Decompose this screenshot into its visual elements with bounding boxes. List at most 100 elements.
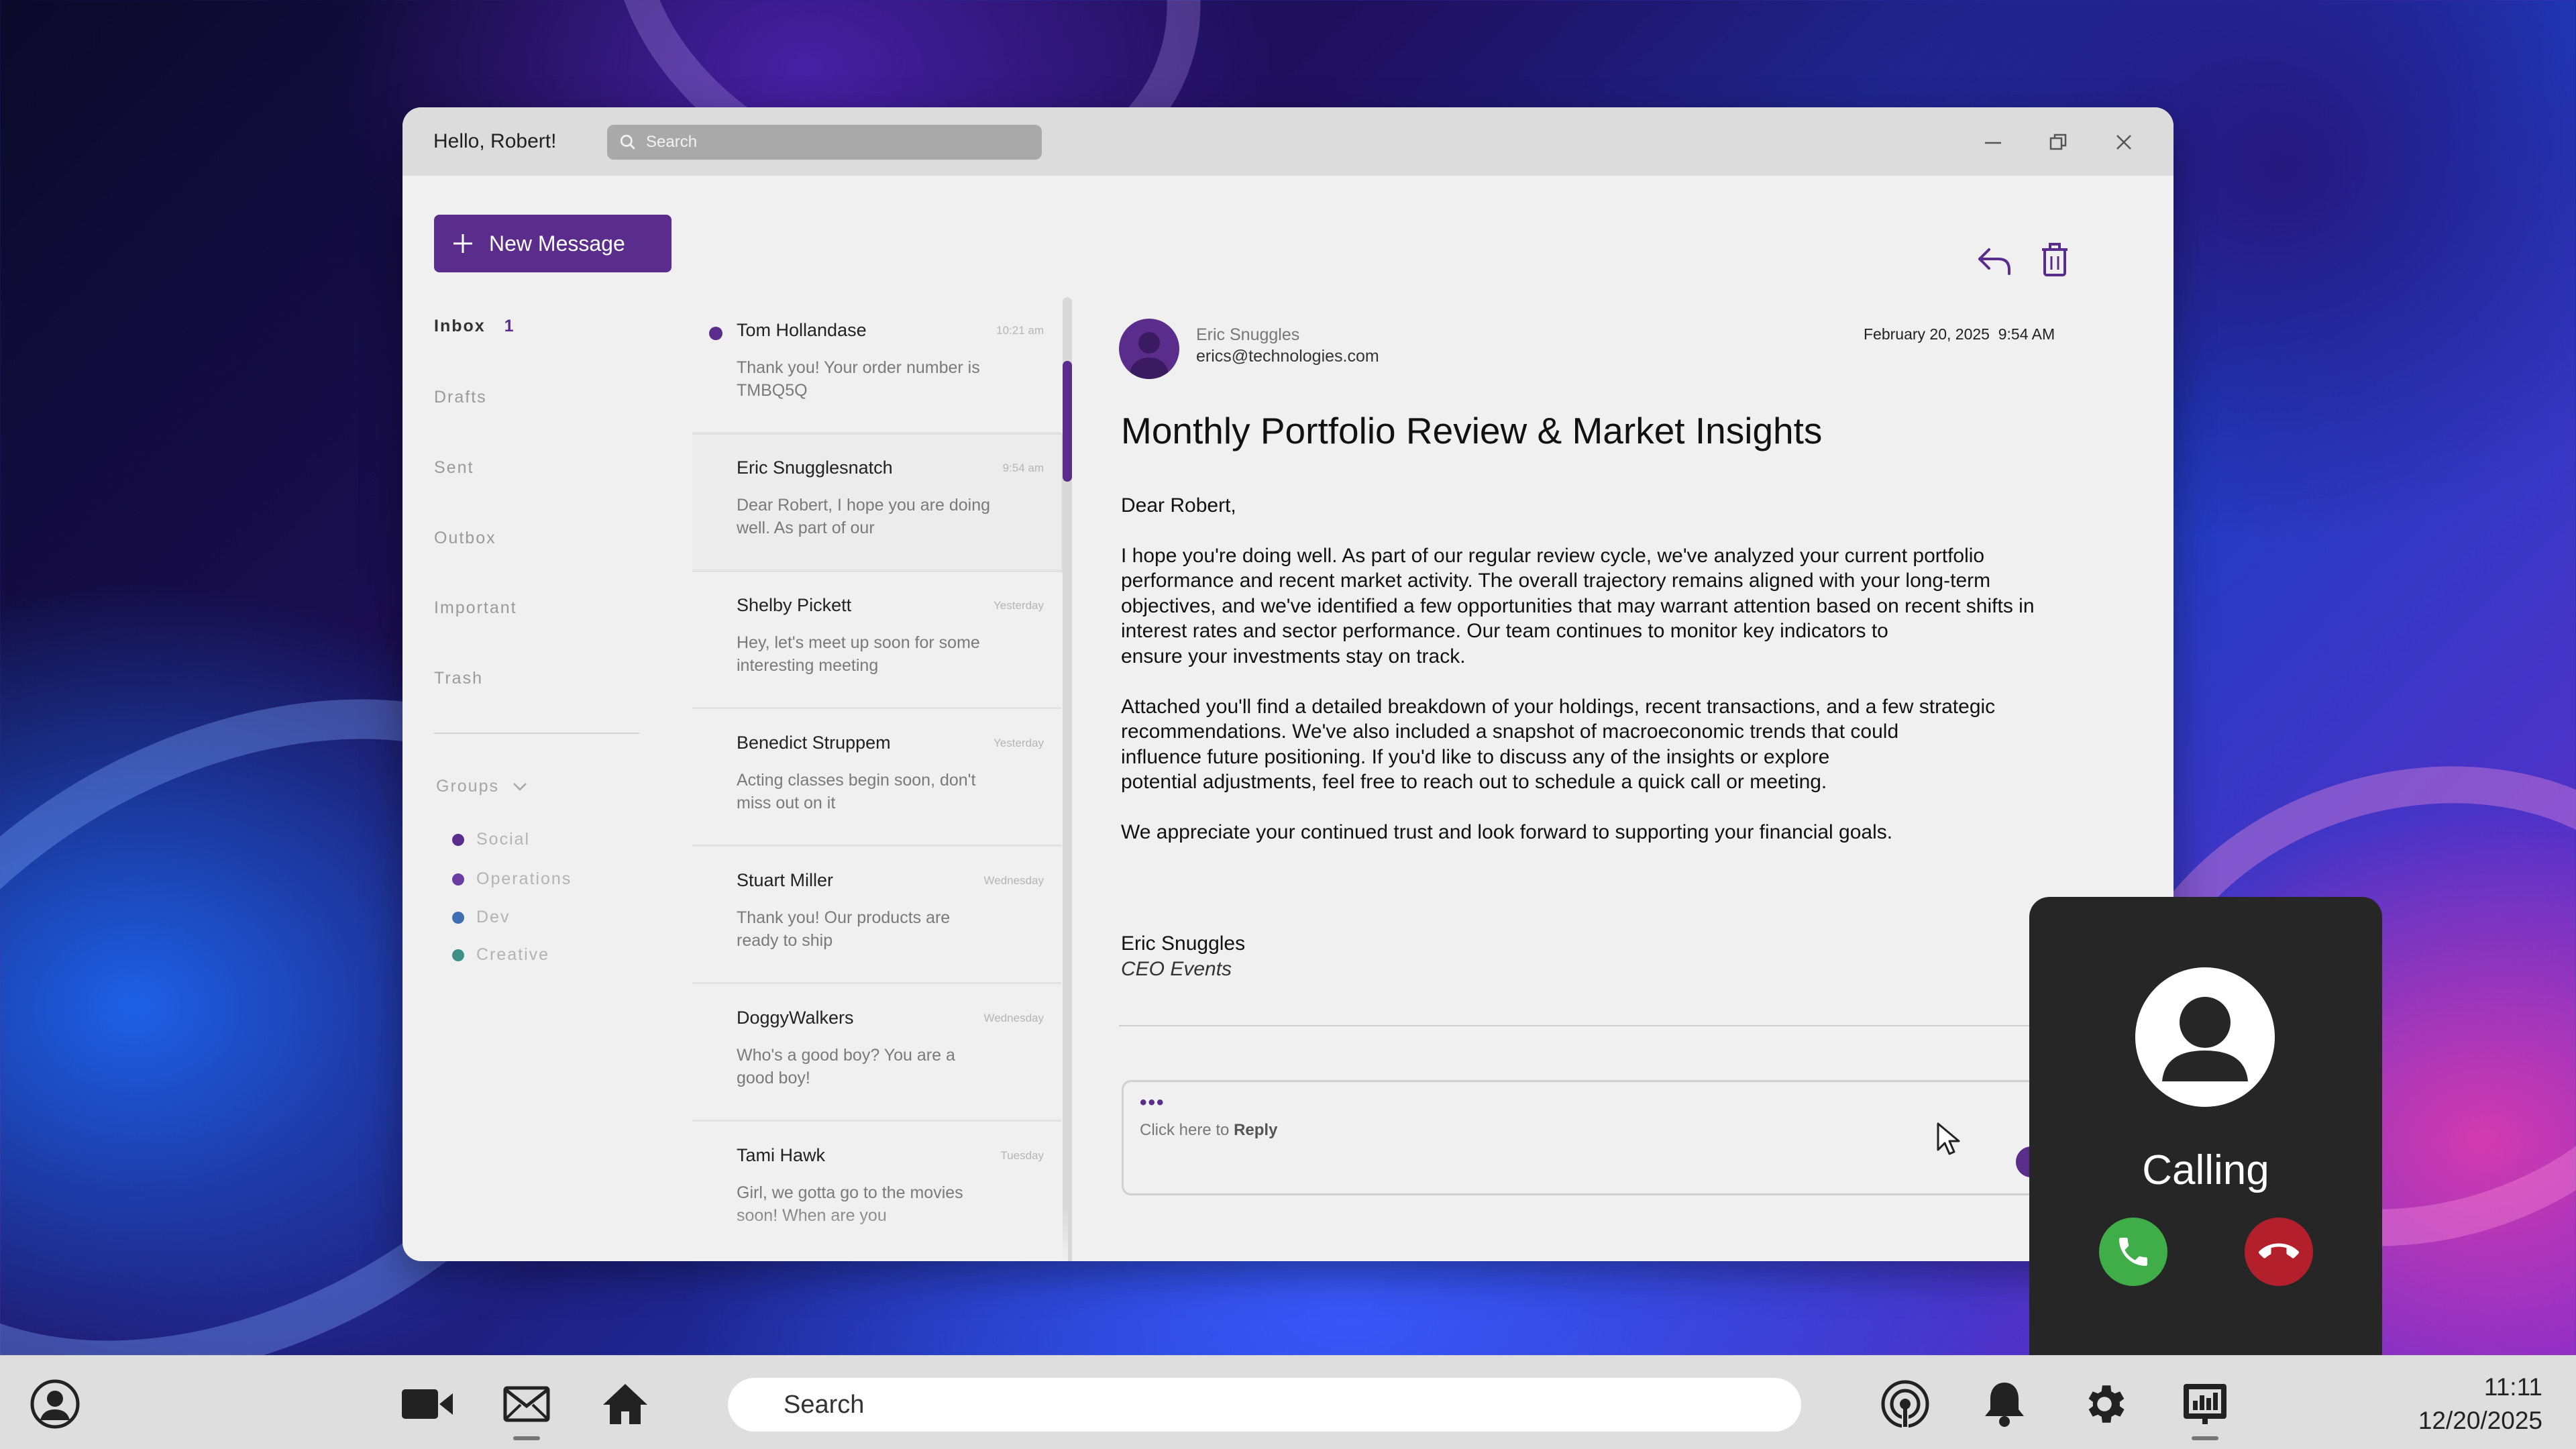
delete-button[interactable] bbox=[2038, 241, 2072, 282]
folder-drafts[interactable]: Drafts bbox=[434, 388, 487, 407]
sender-email: erics@technologies.com bbox=[1196, 347, 1379, 366]
incoming-call-panel: Calling bbox=[2029, 897, 2382, 1387]
reply-button[interactable] bbox=[1976, 241, 2013, 282]
taskbar-search-input[interactable]: Search bbox=[728, 1378, 1801, 1432]
accept-call-button[interactable] bbox=[2099, 1218, 2167, 1286]
close-icon bbox=[2116, 135, 2131, 150]
folder-sent[interactable]: Sent bbox=[434, 458, 474, 478]
dashboard-active-indicator bbox=[2192, 1436, 2218, 1440]
broadcast-icon bbox=[1881, 1380, 1929, 1428]
window-search-placeholder: Search bbox=[646, 133, 698, 151]
taskbar-podcast-button[interactable] bbox=[1878, 1377, 1932, 1431]
new-message-button[interactable]: New Message bbox=[434, 215, 672, 272]
message-item[interactable]: DoggyWalkers Wednesday Who's a good boy?… bbox=[692, 985, 1061, 1122]
taskbar-mail-button[interactable] bbox=[500, 1377, 553, 1431]
message-item[interactable]: Shelby Pickett Yesterday Hey, let's meet… bbox=[692, 572, 1061, 709]
trash-icon bbox=[2042, 243, 2068, 276]
signature-name: Eric Snuggles bbox=[1121, 932, 1246, 955]
body-divider bbox=[1119, 1025, 2058, 1026]
message-sender: Tami Hawk bbox=[737, 1145, 826, 1165]
phone-icon bbox=[2119, 1238, 2147, 1266]
minimize-button[interactable] bbox=[1977, 126, 2009, 158]
message-item[interactable]: Stuart Miller Wednesday Thank you! Our p… bbox=[692, 847, 1061, 984]
mouse-cursor-icon bbox=[1935, 1122, 1962, 1160]
message-preview: Who's a good boy? You are a good boy! bbox=[737, 1046, 955, 1087]
person-icon bbox=[2162, 997, 2248, 1081]
caller-avatar bbox=[2135, 967, 2275, 1107]
taskbar-search-placeholder: Search bbox=[784, 1390, 865, 1419]
taskbar-settings-button[interactable] bbox=[2078, 1377, 2131, 1431]
folder-label: Trash bbox=[434, 669, 483, 688]
message-preview: Thank you! Your order number is TMBQ5Q bbox=[737, 358, 980, 400]
message-item[interactable]: Benedict Struppem Yesterday Acting class… bbox=[692, 710, 1061, 847]
sidebar-divider bbox=[434, 733, 639, 734]
email-body-line: We appreciate your continued trust and l… bbox=[1121, 821, 1893, 843]
message-sender: Tom Hollandase bbox=[737, 320, 867, 340]
email-body-line: objectives, and we've identified a few o… bbox=[1121, 595, 2035, 617]
email-body-line: ensure your investments stay on track. bbox=[1121, 645, 1466, 667]
taskbar-dashboard-button[interactable] bbox=[2178, 1377, 2232, 1431]
folder-trash[interactable]: Trash bbox=[434, 669, 483, 688]
taskbar-home-button[interactable] bbox=[598, 1377, 652, 1431]
folder-outbox[interactable]: Outbox bbox=[434, 529, 496, 548]
message-preview: Dear Robert, I hope you are doing well. … bbox=[737, 496, 991, 537]
taskbar-clock: 11:11 12/20/2025 bbox=[2418, 1371, 2542, 1438]
video-camera-icon bbox=[402, 1389, 453, 1419]
restore-icon bbox=[2049, 133, 2067, 150]
new-message-label: New Message bbox=[489, 231, 625, 256]
mail-icon bbox=[503, 1386, 550, 1422]
presentation-chart-icon bbox=[2184, 1384, 2226, 1424]
folder-important[interactable]: Important bbox=[434, 598, 517, 618]
email-body-line: I hope you're doing well. As part of our… bbox=[1121, 545, 1985, 567]
list-fade bbox=[692, 1208, 1068, 1261]
chevron-down-icon bbox=[513, 782, 527, 791]
message-sender: Eric Snugglesnatch bbox=[737, 458, 893, 478]
restore-button[interactable] bbox=[2042, 126, 2074, 158]
group-label: Dev bbox=[476, 908, 511, 926]
mail-window: Hello, Robert! Search New Message Inbox 1… bbox=[402, 107, 2174, 1261]
groups-toggle[interactable]: Groups bbox=[436, 777, 527, 796]
group-color-dot bbox=[452, 949, 464, 961]
sender-avatar bbox=[1119, 319, 1179, 379]
email-greeting: Dear Robert, bbox=[1121, 494, 1236, 517]
email-body-line: potential adjustments, feel free to reac… bbox=[1121, 771, 1827, 793]
folder-label: Inbox bbox=[434, 317, 486, 335]
group-social[interactable]: Social bbox=[452, 830, 530, 849]
folder-label: Outbox bbox=[434, 529, 496, 547]
email-body-line: interest rates and sector performance. O… bbox=[1121, 620, 1888, 642]
reply-placeholder-prefix: Click here to bbox=[1140, 1121, 1234, 1139]
group-operations[interactable]: Operations bbox=[452, 869, 572, 889]
message-time: Tuesday bbox=[1000, 1149, 1044, 1162]
message-time: Yesterday bbox=[994, 599, 1044, 612]
taskbar-notifications-button[interactable] bbox=[1978, 1377, 2031, 1431]
groups-label: Groups bbox=[436, 777, 499, 796]
folder-inbox[interactable]: Inbox 1 bbox=[434, 317, 515, 336]
reply-placeholder: Click here to Reply bbox=[1140, 1121, 1277, 1140]
group-creative[interactable]: Creative bbox=[452, 945, 549, 965]
person-icon bbox=[1130, 332, 1168, 379]
group-dev[interactable]: Dev bbox=[452, 908, 510, 927]
message-item[interactable]: Eric Snugglesnatch 9:54 am Dear Robert, … bbox=[692, 435, 1061, 572]
message-time: Wednesday bbox=[983, 874, 1044, 887]
taskbar-video-button[interactable] bbox=[400, 1377, 454, 1431]
message-time: 9:54 am bbox=[1002, 462, 1044, 474]
title-bar: Hello, Robert! Search bbox=[402, 107, 2174, 176]
taskbar-account-button[interactable] bbox=[28, 1377, 82, 1431]
group-label: Creative bbox=[476, 945, 550, 964]
message-item[interactable]: Tom Hollandase 10:21 am Thank you! Your … bbox=[692, 297, 1061, 434]
clock-time: 11:11 bbox=[2483, 1373, 2542, 1401]
message-sender: Stuart Miller bbox=[737, 870, 834, 890]
reply-placeholder-action: Reply bbox=[1234, 1121, 1278, 1139]
gear-icon bbox=[2088, 1385, 2125, 1423]
group-label: Operations bbox=[476, 869, 572, 888]
message-sender: DoggyWalkers bbox=[737, 1008, 854, 1028]
close-button[interactable] bbox=[2108, 126, 2140, 158]
reply-options-icon[interactable]: ••• bbox=[1140, 1091, 1165, 1114]
unread-count: 1 bbox=[504, 317, 515, 335]
mail-active-indicator bbox=[513, 1436, 540, 1440]
window-search-input[interactable]: Search bbox=[607, 125, 1042, 160]
message-list: Tom Hollandase 10:21 am Thank you! Your … bbox=[692, 297, 1073, 1261]
decline-call-button[interactable] bbox=[2245, 1218, 2313, 1286]
taskbar: Search 11:11 12/20/2025 bbox=[0, 1355, 2576, 1449]
reply-input[interactable]: ••• Click here to Reply Send bbox=[1122, 1080, 2090, 1195]
